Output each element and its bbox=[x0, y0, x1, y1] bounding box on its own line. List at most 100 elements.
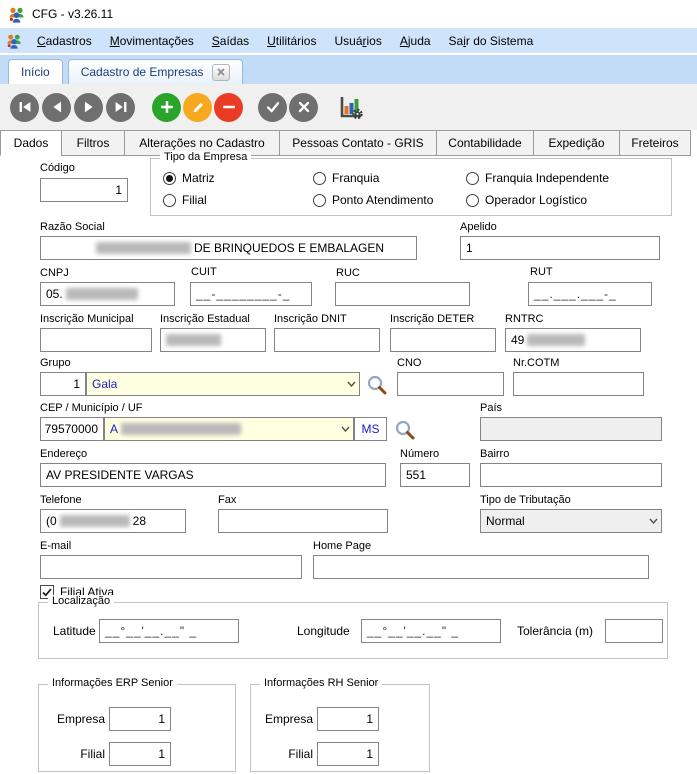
codigo-field[interactable]: 1 bbox=[40, 178, 128, 202]
radio-franquia[interactable]: Franquia bbox=[313, 171, 379, 185]
telefone-field[interactable]: (0 28 bbox=[40, 509, 186, 533]
tipo-tributacao-label: Tipo de Tributação bbox=[480, 494, 571, 506]
municipio-combo[interactable]: A bbox=[104, 417, 354, 441]
latitude-label: Latitude bbox=[53, 624, 96, 638]
cancel-button[interactable] bbox=[289, 93, 318, 122]
cep-field[interactable]: 79570000 bbox=[40, 417, 104, 441]
uf-field[interactable]: MS bbox=[354, 417, 387, 441]
longitude-field[interactable]: __°__'__.__" _ bbox=[361, 619, 501, 643]
title-bar: CFG - v3.26.11 bbox=[0, 0, 697, 28]
latitude-field[interactable]: __°__'__.__" _ bbox=[99, 619, 239, 643]
radio-filial[interactable]: Filial bbox=[163, 193, 207, 207]
ruc-label: RUC bbox=[336, 267, 360, 279]
rut-field[interactable]: __.___.___-_ bbox=[528, 282, 652, 306]
delete-record-button[interactable] bbox=[214, 93, 243, 122]
tab-cadastro-de-empresas[interactable]: Cadastro de Empresas bbox=[68, 59, 244, 84]
form-tab-expedicao[interactable]: Expedição bbox=[533, 130, 620, 156]
redacted-area bbox=[121, 423, 241, 435]
email-field[interactable] bbox=[40, 555, 302, 579]
first-record-button[interactable] bbox=[10, 93, 39, 122]
form-tab-pessoas-contato[interactable]: Pessoas Contato - GRIS bbox=[279, 130, 437, 156]
grupo-combo[interactable]: Gala bbox=[86, 372, 360, 396]
cno-label: CNO bbox=[397, 357, 421, 369]
razao-social-label: Razão Social bbox=[40, 221, 105, 233]
menu-ajuda[interactable]: Ajuda bbox=[391, 31, 440, 51]
apelido-field[interactable]: 1 bbox=[460, 236, 660, 260]
add-record-button[interactable] bbox=[152, 93, 181, 122]
last-record-button[interactable] bbox=[106, 93, 135, 122]
endereco-field[interactable]: AV PRESIDENTE VARGAS bbox=[40, 463, 386, 487]
menu-logo-icon bbox=[6, 33, 22, 49]
record-toolbar bbox=[0, 84, 697, 130]
apelido-label: Apelido bbox=[460, 221, 497, 233]
cuit-label: CUIT bbox=[191, 266, 217, 278]
inscricao-dnit-field[interactable] bbox=[274, 328, 380, 352]
rh-filial-field[interactable]: 1 bbox=[317, 742, 379, 766]
cno-field[interactable] bbox=[397, 372, 504, 396]
inscricao-estadual-field[interactable] bbox=[160, 328, 266, 352]
grupo-code-field[interactable]: 1 bbox=[40, 372, 86, 396]
rntrc-label: RNTRC bbox=[505, 313, 544, 325]
tab-cadastro-label: Cadastro de Empresas bbox=[81, 65, 204, 79]
cuit-field[interactable]: __-________-_ bbox=[190, 282, 312, 306]
inscricao-deter-field[interactable] bbox=[390, 328, 496, 352]
menu-usuarios[interactable]: Usuários bbox=[325, 31, 390, 51]
tipo-da-empresa-legend: Tipo da Empresa bbox=[160, 151, 251, 163]
home-page-field[interactable] bbox=[313, 555, 649, 579]
cep-search-icon[interactable] bbox=[394, 419, 416, 441]
redacted-area bbox=[527, 334, 585, 346]
tipo-tributacao-combo[interactable]: Normal bbox=[480, 509, 662, 533]
form-tab-filtros[interactable]: Filtros bbox=[61, 130, 125, 156]
chevron-down-icon[interactable] bbox=[341, 426, 350, 432]
rh-senior-groupbox: Informações RH Senior Empresa 1 Filial 1 bbox=[250, 684, 430, 772]
rntrc-field[interactable]: 49 bbox=[505, 328, 641, 352]
numero-field[interactable]: 551 bbox=[400, 463, 470, 487]
chevron-down-icon[interactable] bbox=[347, 381, 356, 387]
previous-record-button[interactable] bbox=[42, 93, 71, 122]
radio-operador-icon bbox=[466, 194, 479, 207]
radio-franquia-independente[interactable]: Franquia Independente bbox=[466, 171, 609, 185]
inscricao-estadual-label: Inscrição Estadual bbox=[160, 313, 250, 325]
menu-movimentacoes[interactable]: Movimentações bbox=[101, 31, 203, 51]
edit-record-button[interactable] bbox=[183, 93, 212, 122]
next-record-button[interactable] bbox=[74, 93, 103, 122]
fax-field[interactable] bbox=[218, 509, 388, 533]
erp-filial-field[interactable]: 1 bbox=[109, 742, 171, 766]
inscricao-deter-label: Inscrição DETER bbox=[390, 313, 474, 325]
form-tab-dados[interactable]: Dados bbox=[0, 130, 62, 156]
ruc-field[interactable] bbox=[335, 282, 470, 306]
inscricao-municipal-field[interactable] bbox=[40, 328, 152, 352]
nr-cotm-field[interactable] bbox=[513, 372, 644, 396]
menu-utilitarios[interactable]: Utilitários bbox=[258, 31, 325, 51]
rh-empresa-field[interactable]: 1 bbox=[317, 707, 379, 731]
menu-cadastros[interactable]: Cadastros bbox=[28, 31, 101, 51]
pais-field bbox=[480, 417, 662, 441]
cnpj-field[interactable]: 05. bbox=[40, 282, 175, 306]
app-logo-icon bbox=[8, 6, 25, 23]
home-page-label: Home Page bbox=[313, 540, 371, 552]
razao-social-field[interactable]: DE BRINQUEDOS E EMBALAGEN bbox=[40, 236, 417, 260]
radio-operador-logistico[interactable]: Operador Logístico bbox=[466, 193, 587, 207]
radio-ponto-atendimento[interactable]: Ponto Atendimento bbox=[313, 193, 433, 207]
chevron-down-icon[interactable] bbox=[649, 518, 658, 524]
bairro-field[interactable] bbox=[480, 463, 662, 487]
tab-inicio-label: Início bbox=[21, 65, 50, 79]
form-tab-contabilidade[interactable]: Contabilidade bbox=[436, 130, 534, 156]
erp-empresa-field[interactable]: 1 bbox=[109, 707, 171, 731]
close-tab-icon[interactable] bbox=[212, 64, 230, 81]
radio-ponto-icon bbox=[313, 194, 326, 207]
menu-saidas[interactable]: Saídas bbox=[203, 31, 258, 51]
radio-matriz[interactable]: Matriz bbox=[163, 171, 215, 185]
tolerancia-field[interactable] bbox=[605, 619, 663, 643]
menu-sair[interactable]: Sair do Sistema bbox=[440, 31, 543, 51]
nr-cotm-label: Nr.COTM bbox=[513, 357, 559, 369]
email-label: E-mail bbox=[40, 540, 71, 552]
tab-inicio[interactable]: Início bbox=[8, 59, 63, 84]
form-tab-freteiros[interactable]: Freteiros bbox=[619, 130, 691, 156]
confirm-button[interactable] bbox=[258, 93, 287, 122]
erp-empresa-label: Empresa bbox=[47, 712, 105, 726]
erp-senior-groupbox: Informações ERP Senior Empresa 1 Filial … bbox=[38, 684, 236, 772]
form-tab-strip: Dados Filtros Alterações no Cadastro Pes… bbox=[0, 130, 697, 156]
chart-settings-button[interactable] bbox=[336, 93, 365, 122]
grupo-search-icon[interactable] bbox=[366, 374, 388, 396]
